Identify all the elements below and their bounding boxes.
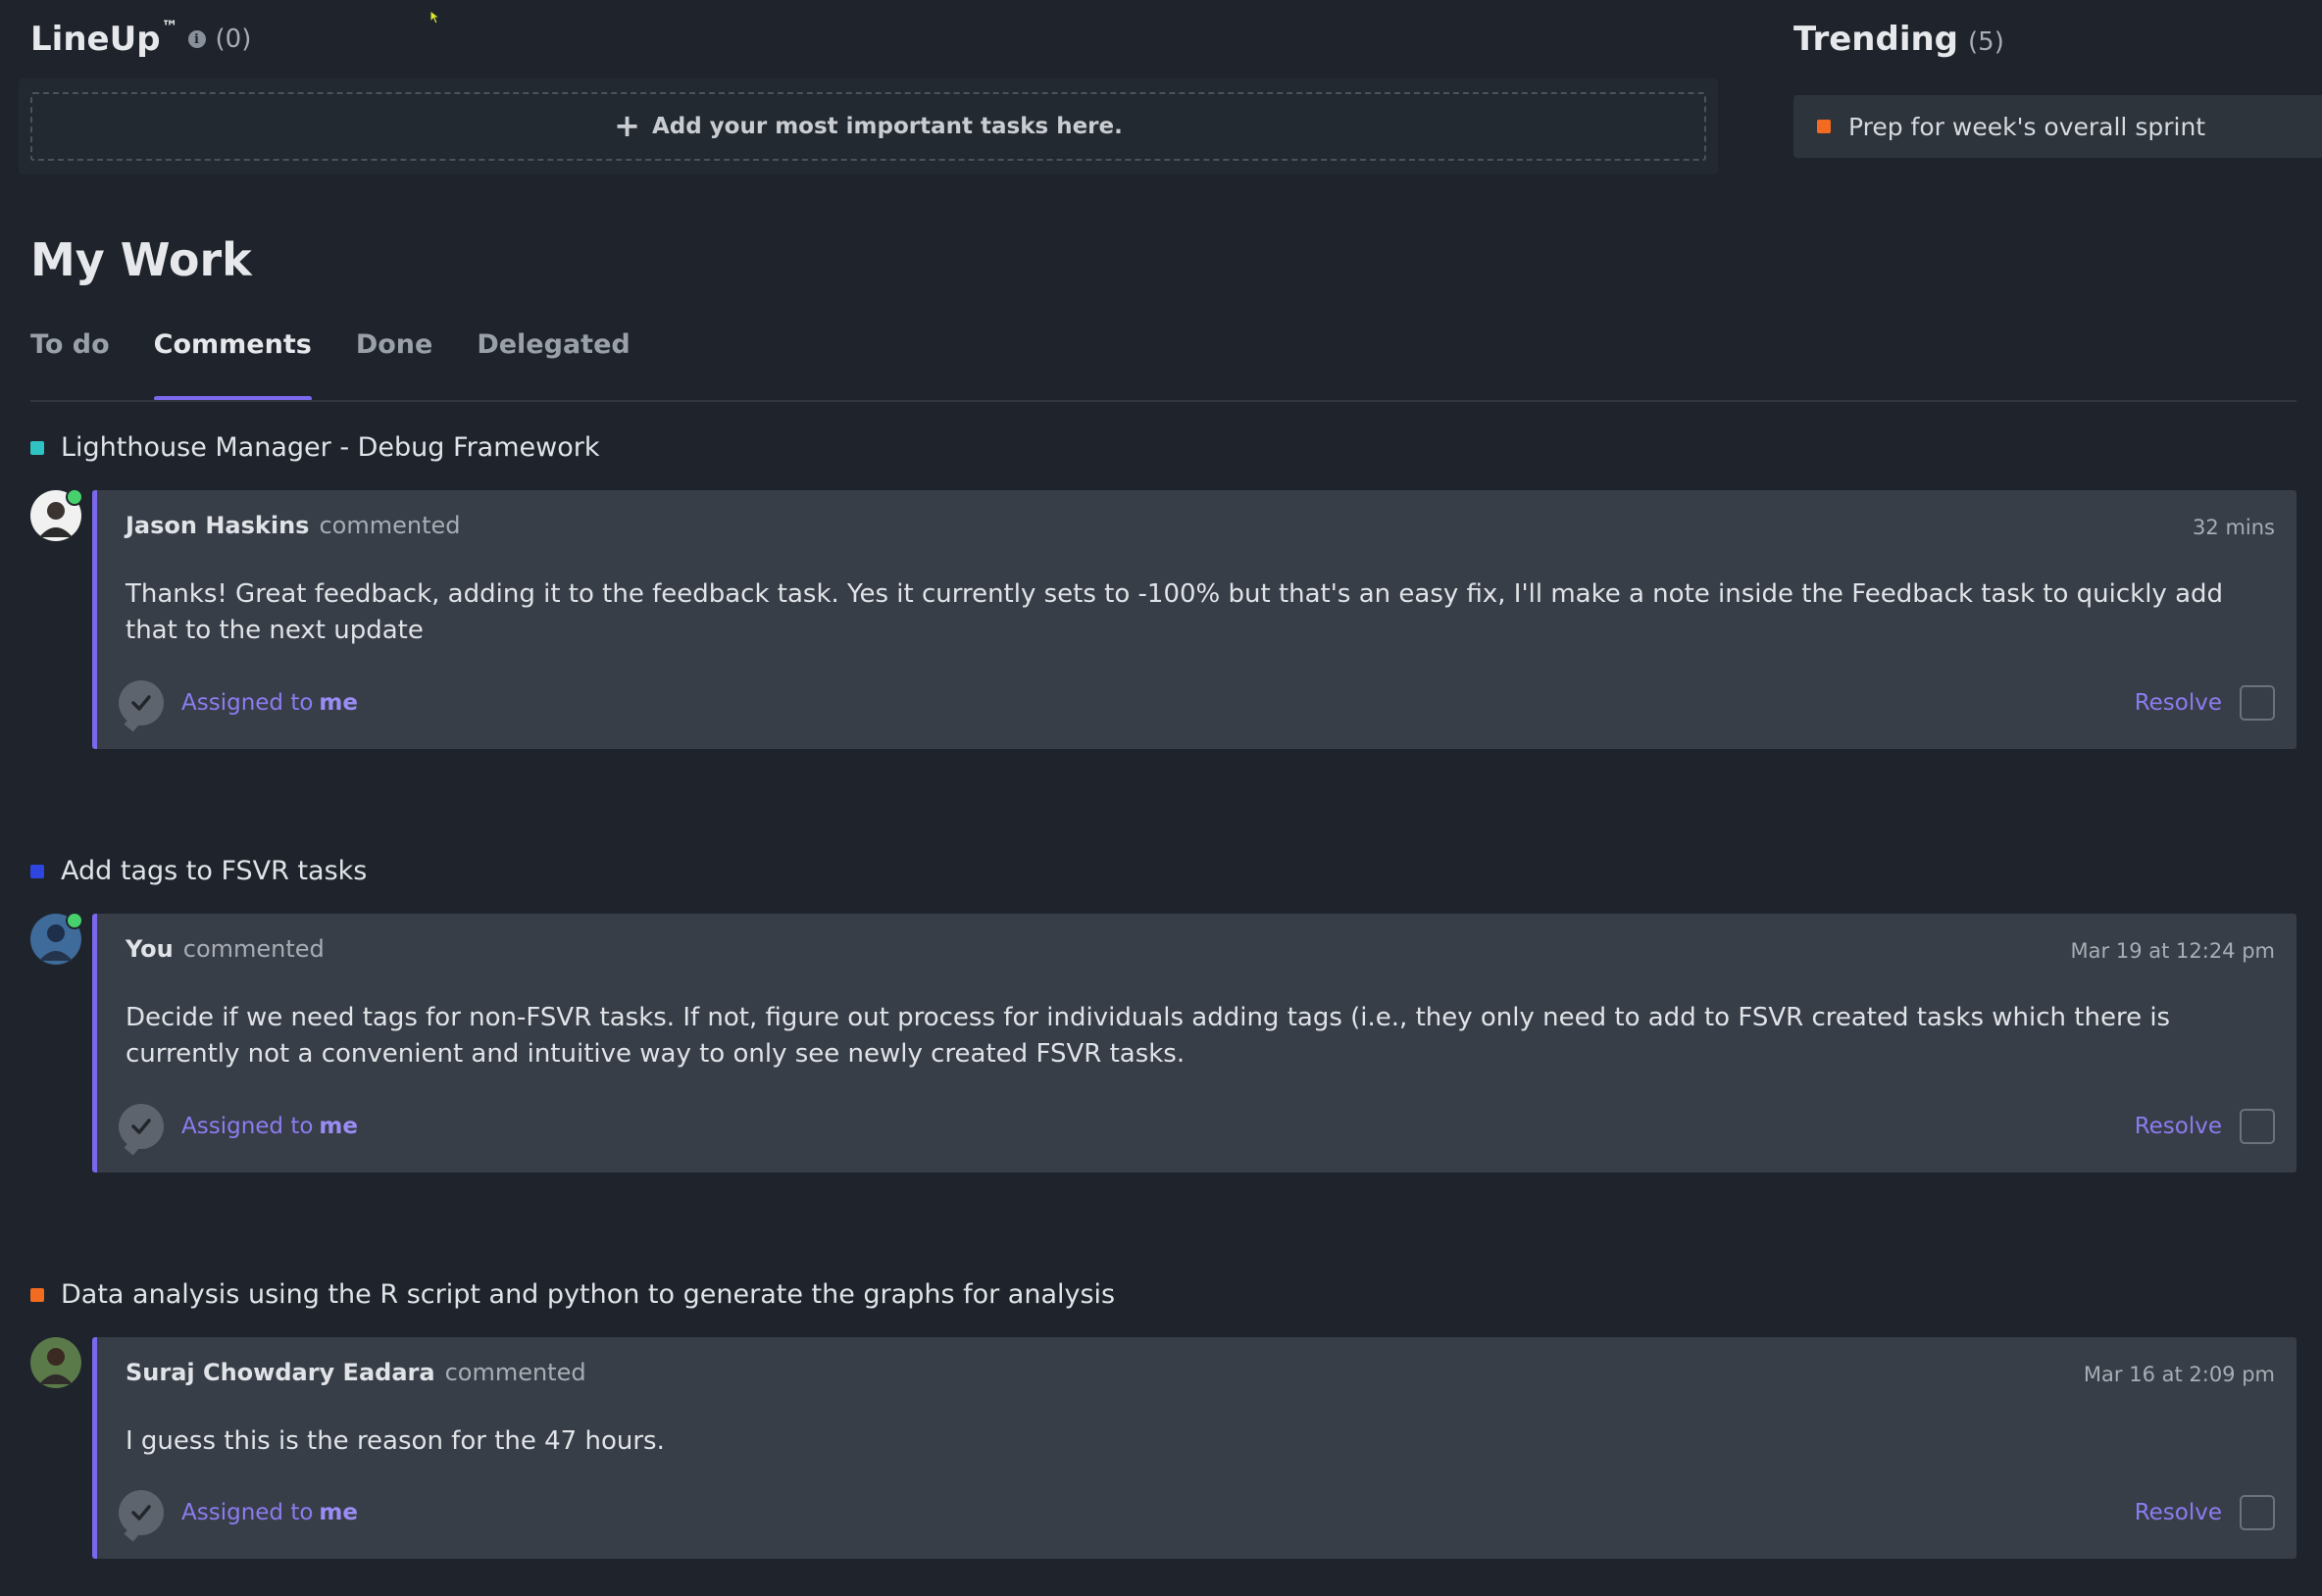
trending-title: Trending xyxy=(1793,20,1959,59)
tab-done[interactable]: Done xyxy=(356,329,433,400)
resolve-button[interactable]: Resolve xyxy=(2135,690,2222,716)
lineup-count: (0) xyxy=(215,25,252,54)
comment-header: You commented xyxy=(126,935,325,963)
resolve-button[interactable]: Resolve xyxy=(2135,1500,2222,1525)
lineup-title[interactable]: LineUp™ xyxy=(30,18,178,59)
comment-body: Thanks! Great feedback, adding it to the… xyxy=(126,579,2224,645)
trending-item-label: Prep for week's overall sprint xyxy=(1848,112,2206,141)
task-title-row[interactable]: Data analysis using the R script and pyt… xyxy=(30,1279,1115,1310)
lineup-panel: + Add your most important tasks here. xyxy=(19,78,1718,175)
assigned-check-icon xyxy=(119,680,164,725)
assigned-check-icon xyxy=(119,1490,164,1535)
avatar-image xyxy=(30,1337,81,1388)
task-title: Data analysis using the R script and pyt… xyxy=(61,1279,1116,1310)
trademark-mark: ™ xyxy=(161,18,178,37)
resolve-button[interactable]: Resolve xyxy=(2135,1114,2222,1139)
lineup-header: LineUp™ i (0) xyxy=(30,18,252,59)
comment-card: You commented Mar 19 at 12:24 pm Decide i… xyxy=(92,914,2297,1172)
task-title-row[interactable]: Add tags to FSVR tasks xyxy=(30,856,367,886)
comment-footer: Assigned to me Resolve xyxy=(119,1104,2275,1149)
tabs-divider xyxy=(30,400,2297,402)
comment-header: Suraj Chowdary Eadara commented xyxy=(126,1359,586,1386)
tab-to-do[interactable]: To do xyxy=(30,329,110,400)
resolve-checkbox[interactable] xyxy=(2240,685,2275,721)
assigned-to: Assigned to me xyxy=(181,690,358,716)
trending-count: (5) xyxy=(1968,27,2004,57)
comment-verb: commented xyxy=(444,1359,586,1386)
my-work-tabs: To do Comments Done Delegated xyxy=(30,329,675,401)
trending-header: Trending (5) xyxy=(1793,20,2004,59)
status-dot xyxy=(30,864,44,878)
task-title-row[interactable]: Lighthouse Manager - Debug Framework xyxy=(30,432,599,463)
assignee-link[interactable]: me xyxy=(319,1114,358,1139)
comment-time[interactable]: Mar 16 at 2:09 pm xyxy=(2084,1363,2275,1386)
comment-card: Jason Haskins commented 32 mins Thanks! G… xyxy=(92,490,2297,749)
assigned-to: Assigned to me xyxy=(181,1114,358,1139)
tab-comments[interactable]: Comments xyxy=(153,329,312,401)
comment-card: Suraj Chowdary Eadara commented Mar 16 at… xyxy=(92,1337,2297,1559)
task-title: Lighthouse Manager - Debug Framework xyxy=(61,432,600,463)
lineup-add-text: Add your most important tasks here. xyxy=(651,114,1123,139)
assignee-link[interactable]: me xyxy=(319,1500,358,1525)
comment-body: I guess this is the reason for the 47 ho… xyxy=(126,1426,665,1456)
tab-delegated[interactable]: Delegated xyxy=(477,329,630,400)
status-dot xyxy=(30,1287,44,1302)
resolve-checkbox[interactable] xyxy=(2240,1109,2275,1144)
status-dot xyxy=(30,440,44,455)
lineup-add-dropzone[interactable]: + Add your most important tasks here. xyxy=(30,92,1706,161)
online-indicator xyxy=(66,912,83,929)
resolve-checkbox[interactable] xyxy=(2240,1495,2275,1530)
comment-footer: Assigned to me Resolve xyxy=(119,680,2275,725)
info-icon[interactable]: i xyxy=(187,30,206,48)
comment-header: Jason Haskins commented xyxy=(126,512,461,539)
mouse-cursor-icon xyxy=(429,10,441,25)
comment-footer: Assigned to me Resolve xyxy=(119,1490,2275,1535)
trending-item[interactable]: Prep for week's overall sprint xyxy=(1793,95,2322,158)
avatar[interactable] xyxy=(30,912,83,965)
assignee-link[interactable]: me xyxy=(319,690,358,716)
status-dot xyxy=(1817,120,1831,133)
comment-author[interactable]: You xyxy=(126,935,174,963)
avatar[interactable] xyxy=(30,488,83,541)
comment-time[interactable]: 32 mins xyxy=(2193,516,2275,539)
comment-time[interactable]: Mar 19 at 12:24 pm xyxy=(2071,939,2275,963)
online-indicator xyxy=(66,488,83,506)
comment-body: Decide if we need tags for non-FSVR task… xyxy=(126,1003,2171,1069)
assigned-check-icon xyxy=(119,1104,164,1149)
assigned-to: Assigned to me xyxy=(181,1500,358,1525)
comment-verb: commented xyxy=(319,512,461,539)
page-title: My Work xyxy=(30,233,252,286)
plus-icon: + xyxy=(614,107,640,144)
task-title: Add tags to FSVR tasks xyxy=(61,856,368,886)
comment-author[interactable]: Jason Haskins xyxy=(126,512,309,539)
comment-verb: commented xyxy=(182,935,325,963)
comment-author[interactable]: Suraj Chowdary Eadara xyxy=(126,1359,435,1386)
avatar[interactable] xyxy=(30,1337,81,1388)
